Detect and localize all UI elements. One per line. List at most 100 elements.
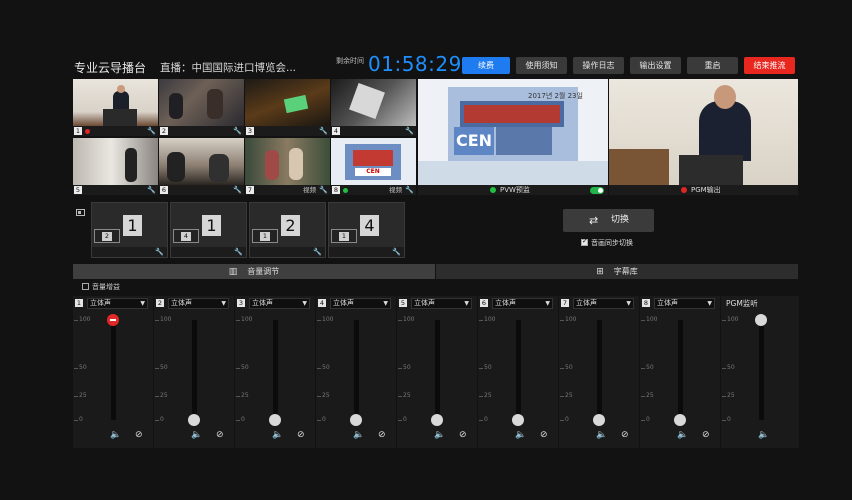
volume-slider-knob[interactable] — [269, 414, 281, 426]
wrench-icon[interactable]: 🔧 — [319, 185, 328, 195]
channel-mode-select[interactable]: 立体声 ▼ — [573, 298, 634, 309]
mute-icon[interactable]: ⊘ — [216, 430, 224, 440]
tab-volume[interactable]: ▥ 音量调节 — [73, 264, 435, 279]
wrench-icon[interactable]: 🔧 — [147, 126, 156, 136]
source-tile-6[interactable]: 6 🔧 — [159, 138, 244, 195]
scale-tick — [74, 320, 78, 321]
speaker-icon[interactable]: 🔈 — [758, 430, 769, 440]
scale-tick — [398, 420, 402, 421]
speaker-icon[interactable]: 🔈 — [353, 430, 364, 440]
speaker-icon[interactable]: 🔈 — [191, 430, 202, 440]
scale-tick — [236, 396, 240, 397]
channel-mode-select[interactable]: 立体声 ▼ — [87, 298, 148, 309]
wrench-icon[interactable]: 🔧 — [234, 247, 243, 257]
volume-gain-checkbox[interactable] — [82, 283, 89, 290]
scale-tick — [641, 420, 645, 421]
source-tile-5[interactable]: 5 🔧 — [73, 138, 158, 195]
renew-button[interactable]: 续费 — [462, 57, 510, 74]
usage-notes-button[interactable]: 使用须知 — [516, 57, 567, 74]
switch-button[interactable]: ⇄ 切换 — [563, 209, 654, 232]
scale-label: 0 — [727, 416, 731, 423]
volume-slider-knob[interactable] — [350, 414, 362, 426]
av-sync-option[interactable]: 音画同步切换 — [581, 237, 633, 248]
scale-tick — [74, 396, 78, 397]
layout-main-source: 4 — [360, 215, 379, 236]
speaker-icon[interactable]: 🔈 — [677, 430, 688, 440]
wrench-icon[interactable]: 🔧 — [155, 247, 164, 257]
mute-icon[interactable]: ⊘ — [540, 430, 548, 440]
channel-mode-select[interactable]: 立体声 ▼ — [249, 298, 310, 309]
wrench-icon[interactable]: 🔧 — [392, 247, 401, 257]
source-tile-3[interactable]: 3 🔧 — [245, 79, 330, 136]
mute-icon[interactable]: ⊘ — [459, 430, 467, 440]
volume-slider-knob[interactable] — [593, 414, 605, 426]
scale-label: 100 — [403, 316, 415, 323]
channel-mode-select[interactable]: 立体声 ▼ — [654, 298, 715, 309]
scale-label: 50 — [484, 364, 492, 371]
channel-mode-value: 立体声 — [576, 299, 597, 307]
mute-icon[interactable]: ⊘ — [702, 430, 710, 440]
end-stream-button[interactable]: 结束推流 — [744, 57, 795, 74]
source-tile-2[interactable]: 2 🔧 — [159, 79, 244, 136]
channel-mode-select[interactable]: 立体声 ▼ — [411, 298, 472, 309]
volume-slider-track[interactable] — [273, 320, 278, 420]
speaker-icon[interactable]: 🔈 — [110, 430, 121, 440]
scale-label: 0 — [646, 416, 650, 423]
volume-slider-track[interactable] — [111, 320, 116, 420]
volume-gain-option[interactable]: 音量增益 — [82, 282, 120, 292]
layout-preset-1[interactable]: 1 2 🔧 — [91, 202, 168, 258]
source-tile-4[interactable]: 4 🔧 — [331, 79, 416, 136]
source-tile-7[interactable]: 7 视频 🔧 — [245, 138, 330, 195]
mute-icon[interactable]: ⊘ — [621, 430, 629, 440]
layout-preset-3[interactable]: 2 1 🔧 — [249, 202, 326, 258]
wrench-icon[interactable]: 🔧 — [233, 126, 242, 136]
wrench-icon[interactable]: 🔧 — [313, 247, 322, 257]
output-settings-button[interactable]: 输出设置 — [630, 57, 681, 74]
volume-slider-track[interactable] — [759, 320, 764, 420]
av-sync-checkbox[interactable] — [581, 237, 588, 246]
volume-slider-knob[interactable] — [107, 314, 119, 326]
tab-subtitles[interactable]: ⊞ 字幕库 — [436, 264, 798, 279]
source-thumbnail — [331, 79, 416, 126]
layout-preset-4[interactable]: 4 1 🔧 — [328, 202, 405, 258]
channel-mode-value: 立体声 — [414, 299, 435, 307]
wrench-icon[interactable]: 🔧 — [405, 126, 414, 136]
volume-slider-track[interactable] — [516, 320, 521, 420]
pgm-monitor[interactable]: PGM输出 — [609, 79, 798, 195]
live-title: 直播：中国国际进口博览会... — [160, 62, 297, 74]
restart-button[interactable]: 重启 — [687, 57, 738, 74]
volume-slider-track[interactable] — [354, 320, 359, 420]
volume-slider-knob[interactable] — [431, 414, 443, 426]
pgm-tally-dot — [681, 187, 687, 193]
speaker-icon[interactable]: 🔈 — [596, 430, 607, 440]
mute-icon[interactable]: ⊘ — [378, 430, 386, 440]
wrench-icon[interactable]: 🔧 — [319, 126, 328, 136]
layout-preset-2[interactable]: 1 4 🔧 — [170, 202, 247, 258]
channel-mode-select[interactable]: 立体声 ▼ — [492, 298, 553, 309]
wrench-icon[interactable]: 🔧 — [405, 185, 414, 195]
channel-mode-select[interactable]: 立体声 ▼ — [168, 298, 229, 309]
mute-icon[interactable]: ⊘ — [135, 430, 143, 440]
source-tile-1[interactable]: 1 🔧 — [73, 79, 158, 136]
scale-label: 0 — [322, 416, 326, 423]
source-tile-8[interactable]: CEN 8 视频 🔧 — [331, 138, 416, 195]
volume-slider-track[interactable] — [435, 320, 440, 420]
volume-slider-knob[interactable] — [755, 314, 767, 326]
speaker-icon[interactable]: 🔈 — [272, 430, 283, 440]
speaker-icon[interactable]: 🔈 — [515, 430, 526, 440]
speaker-icon[interactable]: 🔈 — [434, 430, 445, 440]
volume-slider-knob[interactable] — [512, 414, 524, 426]
scale-label: 100 — [79, 316, 91, 323]
volume-slider-track[interactable] — [597, 320, 602, 420]
operation-log-button[interactable]: 操作日志 — [573, 57, 624, 74]
volume-slider-track[interactable] — [678, 320, 683, 420]
volume-slider-knob[interactable] — [674, 414, 686, 426]
mute-icon[interactable]: ⊘ — [297, 430, 305, 440]
volume-slider-track[interactable] — [192, 320, 197, 420]
pvw-monitor[interactable]: 2017년 2월 23일 CEN PVW预监 — [418, 79, 608, 195]
wrench-icon[interactable]: 🔧 — [233, 185, 242, 195]
volume-slider-knob[interactable] — [188, 414, 200, 426]
pvw-toggle[interactable] — [590, 187, 604, 194]
wrench-icon[interactable]: 🔧 — [147, 185, 156, 195]
channel-mode-select[interactable]: 立体声 ▼ — [330, 298, 391, 309]
